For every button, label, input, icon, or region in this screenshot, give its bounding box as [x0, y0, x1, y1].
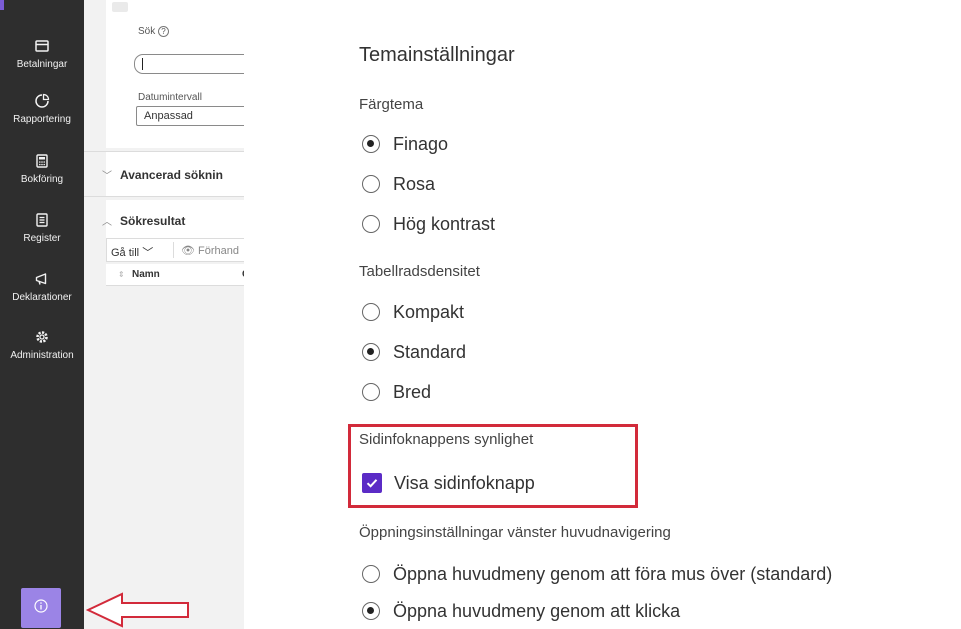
collapsed-section-card	[106, 0, 244, 14]
credit-card-icon	[34, 38, 50, 54]
text-caret	[142, 58, 143, 70]
gear-icon	[34, 329, 50, 345]
column-header-namn[interactable]: Namn	[132, 269, 160, 280]
sidebar-item-label: Register	[23, 233, 61, 244]
radio-label: Rosa	[393, 173, 436, 194]
sidebar-item-label: Deklarationer	[12, 292, 72, 303]
radio-label: Standard	[393, 341, 467, 362]
radio-label: Öppna huvudmeny genom att klicka	[393, 600, 681, 621]
pie-chart-icon	[34, 93, 50, 109]
radio-option-click-open[interactable]: Öppna huvudmeny genom att klicka	[362, 600, 680, 622]
results-label: Sökresultat	[120, 214, 186, 228]
nav-opening-label: Öppningsinställningar vänster huvudnavig…	[359, 524, 671, 541]
sidebar-item-administration[interactable]: Administration	[0, 329, 84, 362]
radio-option-hog-kontrast[interactable]: Hög kontrast	[362, 213, 495, 235]
page-title: Temainställningar	[359, 44, 515, 66]
page-info-button[interactable]	[21, 588, 61, 628]
sidebar-active-indicator	[0, 0, 4, 10]
sort-icon[interactable]: ⇕	[118, 270, 125, 279]
radio-button[interactable]	[362, 565, 380, 583]
checkmark-icon	[366, 479, 378, 488]
annotation-arrow-icon	[86, 592, 189, 628]
radio-button[interactable]	[362, 602, 380, 620]
radio-label: Kompakt	[393, 301, 465, 322]
sidebar-item-label: Administration	[10, 350, 74, 361]
radio-label: Öppna huvudmeny genom att föra mus över …	[393, 563, 833, 584]
show-info-button-option[interactable]: Visa sidinfoknapp	[362, 472, 535, 494]
info-icon	[34, 598, 48, 618]
checkbox-label: Visa sidinfoknapp	[394, 472, 535, 493]
register-list-icon	[34, 212, 50, 228]
radio-button[interactable]	[362, 175, 380, 193]
radio-option-finago[interactable]: Finago	[362, 133, 448, 155]
sidebar-item-deklarationer[interactable]: Deklarationer	[0, 271, 84, 304]
chevron-down-icon: ﹀	[102, 171, 112, 182]
preview-button[interactable]: 👁︎ Förhand	[181, 244, 239, 257]
info-visibility-label: Sidinfoknappens synlighet	[359, 431, 534, 448]
sidebar-item-bokforing[interactable]: Bokföring	[0, 153, 84, 186]
results-table-header: ⇕ Namn C	[106, 264, 244, 286]
search-input[interactable]	[134, 54, 244, 74]
divider	[84, 196, 244, 197]
goto-dropdown[interactable]: Gå till ﹀	[111, 244, 153, 260]
results-toolbar: Gå till ﹀ 👁︎ Förhand	[106, 238, 244, 262]
radio-button[interactable]	[362, 215, 380, 233]
radio-button[interactable]	[362, 343, 380, 361]
partial-header-stub	[112, 2, 128, 12]
radio-button[interactable]	[362, 135, 380, 153]
sidebar-item-label: Betalningar	[16, 59, 68, 70]
radio-option-kompakt[interactable]: Kompakt	[362, 301, 464, 323]
radio-button[interactable]	[362, 303, 380, 321]
radio-label: Hög kontrast	[393, 213, 496, 234]
radio-option-bred[interactable]: Bred	[362, 381, 431, 403]
toolbar-separator	[173, 242, 174, 258]
sidebar-item-rapportering[interactable]: Rapportering	[0, 93, 84, 126]
density-label: Tabellradsdensitet	[359, 263, 480, 280]
help-icon[interactable]: ?	[158, 26, 170, 37]
calculator-icon	[34, 153, 50, 169]
theme-settings-panel: Temainställningar Färgtema Finago Rosa H…	[244, 0, 961, 629]
radio-option-rosa[interactable]: Rosa	[362, 173, 435, 195]
results-toggle[interactable]: ︿ Sökresultat	[102, 213, 185, 228]
search-filter-card: Sök ? Datumintervall Anpassad	[106, 14, 244, 148]
main-sidebar: Betalningar Rapportering Bokföring Regis…	[0, 0, 84, 629]
color-theme-label: Färgtema	[359, 96, 424, 113]
radio-option-standard[interactable]: Standard	[362, 341, 466, 363]
megaphone-icon	[34, 271, 50, 287]
sidebar-item-betalningar[interactable]: Betalningar	[0, 38, 84, 71]
sidebar-item-label: Rapportering	[13, 114, 71, 125]
date-range-select[interactable]: Anpassad	[136, 106, 244, 126]
radio-button[interactable]	[362, 383, 380, 401]
sidebar-item-register[interactable]: Register	[0, 212, 84, 245]
eye-icon: 👁︎	[181, 245, 195, 257]
advanced-search-label: Avancerad söknin	[120, 168, 223, 182]
radio-label: Bred	[393, 381, 432, 402]
search-field-label: Sök ?	[138, 26, 170, 37]
show-info-button-checkbox[interactable]	[362, 473, 382, 493]
search-panel: Sök ? Datumintervall Anpassad ﹀ Avancerad…	[84, 0, 244, 629]
chevron-down-icon: ﹀	[142, 247, 154, 259]
date-range-label: Datumintervall	[138, 92, 202, 103]
advanced-search-toggle[interactable]: ﹀ Avancerad söknin	[102, 167, 223, 182]
chevron-up-icon: ︿	[102, 217, 112, 228]
radio-option-hover-open[interactable]: Öppna huvudmeny genom att föra mus över …	[362, 563, 832, 585]
radio-label: Finago	[393, 133, 449, 154]
sidebar-item-label: Bokföring	[20, 174, 64, 185]
date-range-value: Anpassad	[144, 110, 193, 122]
